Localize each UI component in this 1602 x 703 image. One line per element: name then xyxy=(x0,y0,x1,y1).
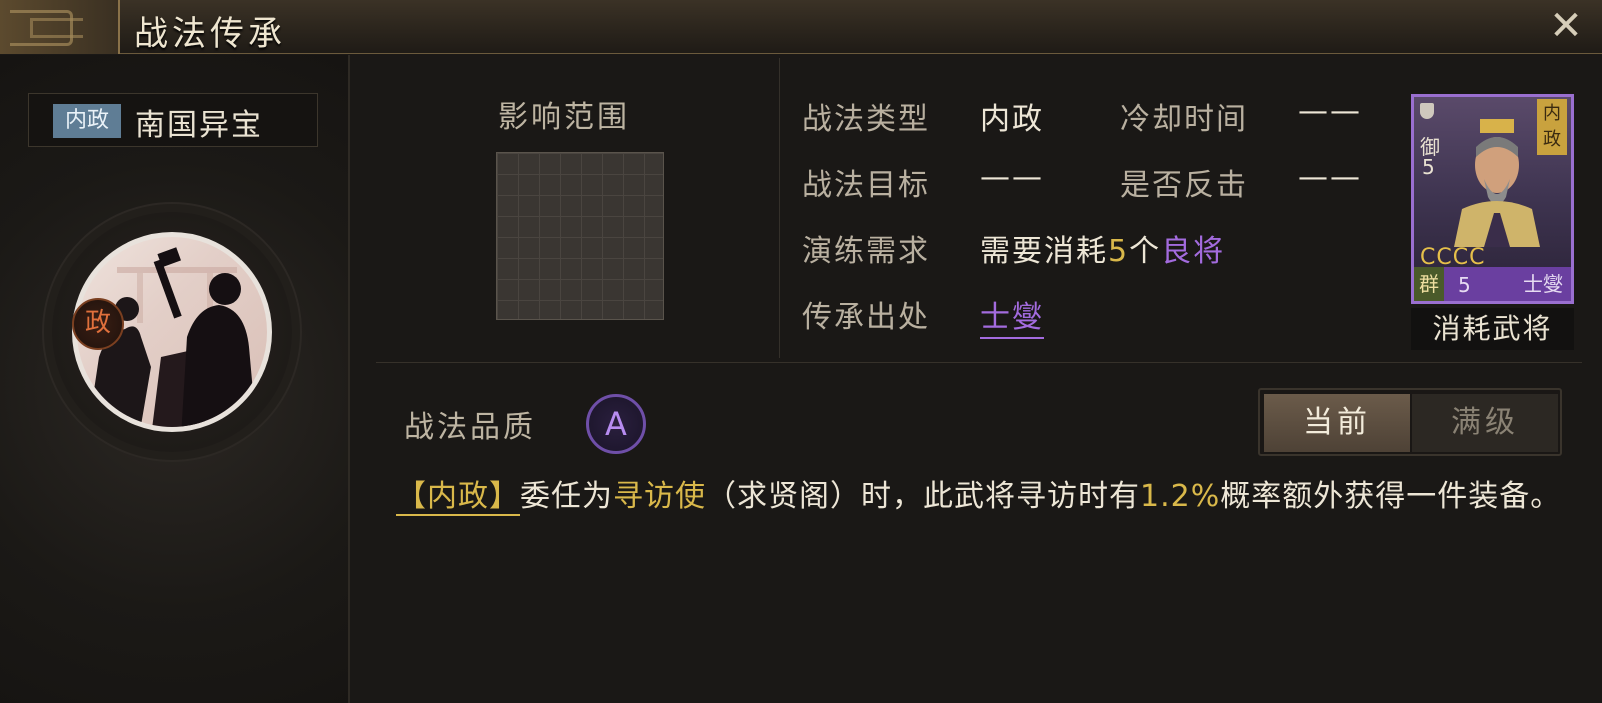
tab-current[interactable]: 当前 xyxy=(1264,394,1410,452)
desc-tag: 【内政】 xyxy=(396,479,520,516)
cooldown-value: —— xyxy=(1298,94,1362,129)
type-label: 战法类型 xyxy=(802,102,930,137)
card-faction: 群 xyxy=(1414,267,1444,301)
range-label: 影响范围 xyxy=(498,100,630,135)
quality-grade-badge: A xyxy=(586,394,646,454)
zheng-badge: 政 xyxy=(72,298,124,350)
counter-value: —— xyxy=(1298,160,1362,195)
drill-label: 演练需求 xyxy=(802,234,930,269)
tab-max-level[interactable]: 满级 xyxy=(1412,394,1558,452)
title-ornament xyxy=(0,0,120,54)
desc-text-3: 概率额外获得一件装备。 xyxy=(1220,479,1562,514)
skill-type-tag: 内政 xyxy=(53,104,121,138)
close-icon[interactable]: ✕ xyxy=(1544,6,1588,50)
type-value: 内政 xyxy=(980,102,1044,137)
skill-name-box: 内政 南国异宝 xyxy=(28,93,318,147)
drill-count: 5 xyxy=(1108,234,1130,269)
desc-text-1: 委任为 xyxy=(520,479,613,514)
counter-label: 是否反击 xyxy=(1120,168,1248,203)
source-value: 士燮 xyxy=(980,292,1044,339)
drill-value: 需要消耗5个良将 xyxy=(980,226,1225,270)
drill-item-link[interactable]: 良将 xyxy=(1161,234,1225,269)
desc-role: 寻访使 xyxy=(613,479,706,514)
drill-prefix: 需要消耗 xyxy=(980,234,1108,269)
consume-hero-card[interactable]: 御 5 内政 CCCC 群 5 士燮 xyxy=(1411,94,1574,304)
divider-horizontal xyxy=(376,362,1582,363)
skill-name: 南国异宝 xyxy=(135,108,263,143)
card-level: 5 xyxy=(1458,273,1471,297)
card-corner-level: 5 xyxy=(1422,155,1435,179)
range-grid xyxy=(496,152,664,320)
quality-label: 战法品质 xyxy=(404,410,536,445)
card-hero-name: 士燮 xyxy=(1523,272,1563,296)
card-tag: 内政 xyxy=(1537,99,1567,155)
target-value: —— xyxy=(980,160,1044,195)
desc-text-2: （求贤阁）时，此武将寻访时有 xyxy=(706,479,1140,514)
level-tabs: 当前 满级 xyxy=(1258,388,1562,456)
drill-unit: 个 xyxy=(1129,234,1162,269)
cooldown-label: 冷却时间 xyxy=(1120,102,1248,137)
source-label: 传承出处 xyxy=(802,300,930,335)
title-bar: 战法传承 ✕ xyxy=(0,0,1602,54)
target-label: 战法目标 xyxy=(802,168,930,203)
shield-icon xyxy=(1420,103,1434,119)
divider-vertical xyxy=(779,58,780,358)
window-title: 战法传承 xyxy=(134,14,286,54)
hero-portrait xyxy=(1454,119,1540,247)
skill-description: 【内政】委任为寻访使（求贤阁）时，此武将寻访时有1.2%概率额外获得一件装备。 xyxy=(396,472,1576,522)
consume-label: 消耗武将 xyxy=(1411,308,1574,350)
source-hero-link[interactable]: 士燮 xyxy=(980,300,1044,339)
desc-chance: 1.2% xyxy=(1140,479,1221,514)
